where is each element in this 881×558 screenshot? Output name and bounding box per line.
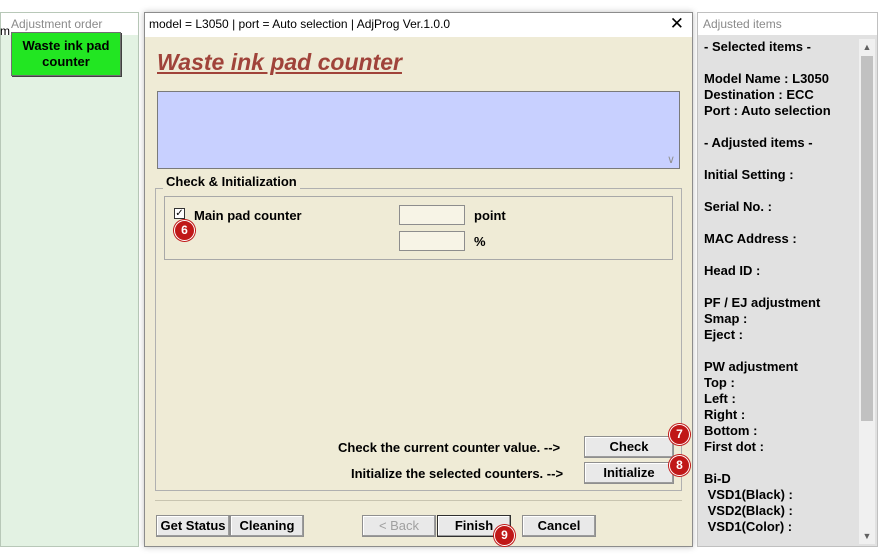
main-pad-checkbox[interactable]: ✓ xyxy=(174,208,185,219)
initialize-instruction: Initialize the selected counters. --> xyxy=(351,466,564,481)
group-title: Check & Initialization xyxy=(163,174,300,189)
get-status-button[interactable]: Get Status xyxy=(156,515,230,537)
scroll-up-icon[interactable]: ▲ xyxy=(859,39,875,55)
adjprog-dialog: model = L3050 | port = Auto selection | … xyxy=(144,12,693,547)
close-icon[interactable]: ✕ xyxy=(670,14,684,34)
cleaning-button[interactable]: Cleaning xyxy=(230,515,304,537)
step-badge-9: 9 xyxy=(494,525,515,546)
adjusted-items-panel: Adjusted items - Selected items - Model … xyxy=(697,12,878,547)
back-button[interactable]: < Back xyxy=(362,515,436,537)
left-stub-text: m xyxy=(0,24,10,38)
adjusted-items-title: Adjusted items xyxy=(698,13,877,35)
check-button[interactable]: Check xyxy=(584,436,674,458)
percent-value-field xyxy=(399,231,465,251)
step-badge-6: 6 xyxy=(174,220,195,241)
adjusted-items-content: - Selected items - Model Name : L3050 De… xyxy=(704,39,831,534)
step-badge-8: 8 xyxy=(669,455,690,476)
cancel-button[interactable]: Cancel xyxy=(522,515,596,537)
scroll-down-icon[interactable]: ▼ xyxy=(859,528,875,544)
dialog-titlebar: model = L3050 | port = Auto selection | … xyxy=(145,13,692,37)
point-value-field xyxy=(399,205,465,225)
page-title: Waste ink pad counter xyxy=(157,49,402,75)
adjusted-items-scrollbar[interactable]: ▲ ▼ xyxy=(859,39,875,544)
check-instruction: Check the current counter value. --> xyxy=(338,440,561,455)
waste-ink-pad-order-button[interactable]: Waste ink pad counter xyxy=(11,32,121,76)
main-pad-label: Main pad counter xyxy=(194,208,302,223)
chevron-down-icon[interactable]: ∨ xyxy=(667,153,675,166)
step-badge-7: 7 xyxy=(669,424,690,445)
divider xyxy=(155,500,682,501)
adjustment-order-panel: Adjustment order xyxy=(0,12,139,547)
initialize-button[interactable]: Initialize xyxy=(584,462,674,484)
scroll-thumb[interactable] xyxy=(861,56,873,421)
window-title: model = L3050 | port = Auto selection | … xyxy=(149,17,451,31)
point-unit: point xyxy=(474,208,506,223)
percent-unit: % xyxy=(474,234,486,249)
info-textbox[interactable]: ∨ xyxy=(157,91,680,169)
